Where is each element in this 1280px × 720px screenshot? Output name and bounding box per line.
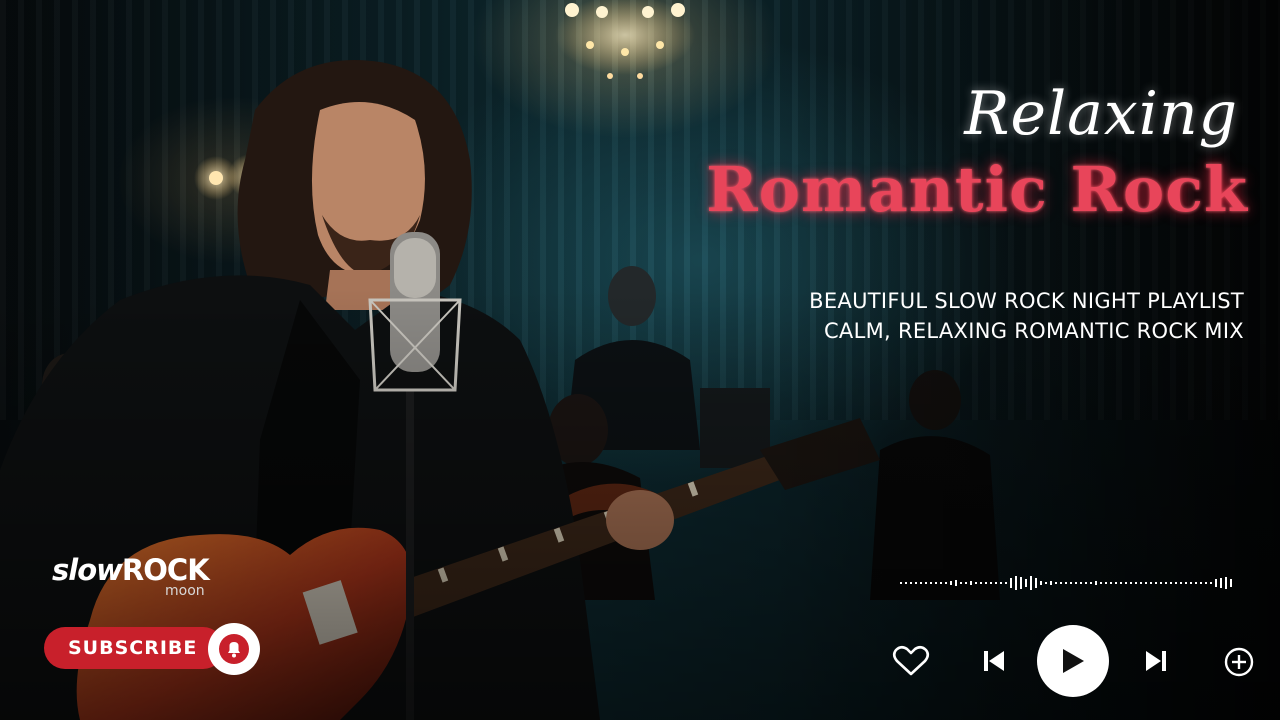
subtitle-line-1: BEAUTIFUL SLOW ROCK NIGHT PLAYLIST bbox=[809, 289, 1244, 313]
logo-prefix: slow bbox=[52, 553, 123, 587]
play-button[interactable] bbox=[1037, 625, 1109, 697]
subtitle: BEAUTIFUL SLOW ROCK NIGHT PLAYLIST CALM,… bbox=[809, 286, 1244, 346]
previous-icon[interactable] bbox=[980, 647, 1008, 675]
headline-romantic-rock: Romantic Rock bbox=[706, 153, 1248, 226]
thumbnail-scene: Relaxing Romantic Rock BEAUTIFUL SLOW RO… bbox=[0, 0, 1280, 720]
logo-main: ROCK bbox=[121, 553, 210, 587]
next-icon[interactable] bbox=[1142, 647, 1170, 675]
subscribe-button[interactable]: SUBSCRIBE bbox=[44, 627, 224, 669]
subscribe-label: SUBSCRIBE bbox=[68, 637, 198, 659]
add-icon[interactable] bbox=[1222, 645, 1256, 679]
logo-wordmark: slowROCK bbox=[52, 553, 210, 587]
audio-waveform bbox=[900, 576, 1232, 590]
play-icon bbox=[1063, 649, 1084, 673]
heart-icon[interactable] bbox=[890, 643, 932, 679]
headline-relaxing: Relaxing bbox=[964, 79, 1238, 149]
channel-logo: slowROCK moon bbox=[52, 553, 210, 599]
subtitle-line-2: CALM, RELAXING ROMANTIC ROCK MIX bbox=[823, 319, 1244, 343]
headline: Relaxing Romantic Rock bbox=[628, 78, 1248, 230]
player-controls bbox=[880, 625, 1260, 697]
bell-icon[interactable] bbox=[208, 623, 260, 675]
